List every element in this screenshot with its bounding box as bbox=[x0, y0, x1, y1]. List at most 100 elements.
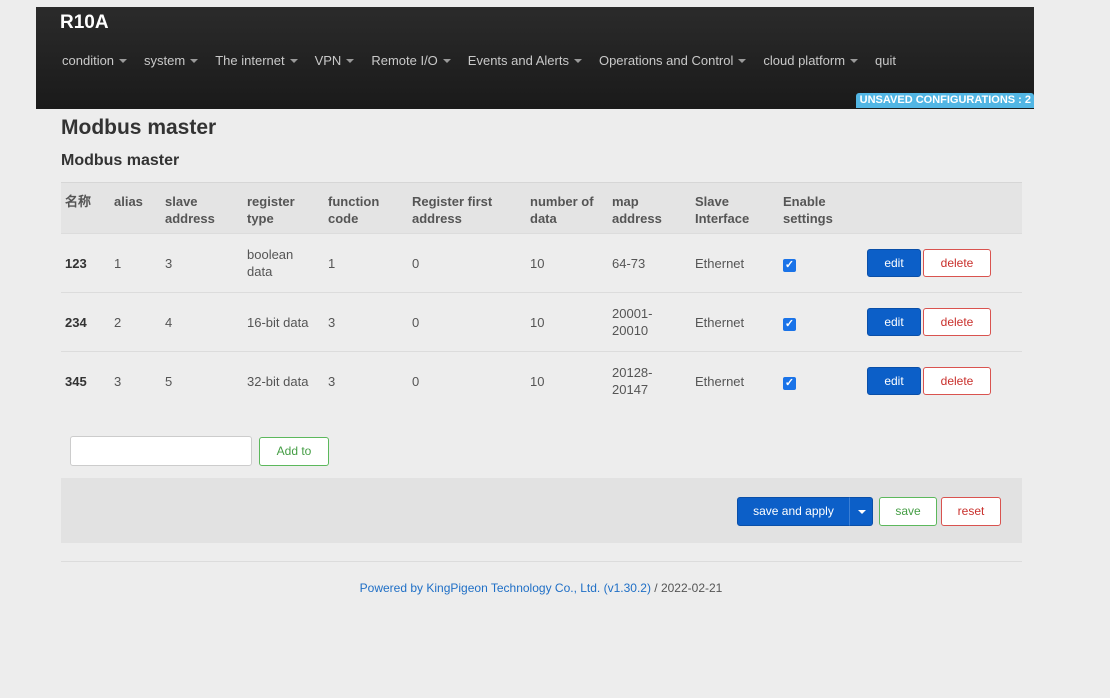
menu-system[interactable]: system bbox=[144, 53, 199, 68]
menu-remote-io[interactable]: Remote I/O bbox=[371, 53, 451, 68]
cell-map-address: 64-73 bbox=[612, 255, 646, 271]
edit-button[interactable]: edit bbox=[867, 308, 921, 336]
caret-down-icon bbox=[738, 58, 747, 63]
menu-events-alerts[interactable]: Events and Alerts bbox=[468, 53, 582, 68]
caret-down-icon bbox=[442, 58, 451, 63]
cell-number-of-data: 10 bbox=[530, 255, 545, 271]
footer-date: / 2022-02-21 bbox=[650, 581, 723, 595]
modbus-master-table: 名称 alias slave address register type fun… bbox=[61, 182, 1022, 411]
edit-button[interactable]: edit bbox=[867, 367, 921, 396]
cell-register-type: boolean data bbox=[247, 247, 294, 279]
cell-map-address: 20128-20147 bbox=[612, 365, 653, 398]
cell-actions: edit delete bbox=[863, 352, 1022, 411]
cell-actions: edit delete bbox=[863, 234, 1022, 293]
new-section-name-input[interactable] bbox=[70, 436, 252, 466]
cell-number-of-data: 10 bbox=[530, 373, 545, 389]
cell-function-code: 1 bbox=[328, 255, 336, 271]
header-alias: alias bbox=[114, 194, 143, 209]
menu-label: Remote I/O bbox=[371, 53, 438, 68]
cell-register-first-address: 0 bbox=[412, 373, 420, 389]
save-button[interactable]: save bbox=[879, 497, 937, 526]
main-menu: condition system The internet VPN Remote… bbox=[62, 53, 913, 68]
caret-down-icon bbox=[289, 58, 298, 63]
cell-slave-interface: Ethernet bbox=[695, 373, 745, 389]
header-enable-settings: Enable settings bbox=[783, 194, 833, 226]
add-row: Add to bbox=[70, 436, 329, 466]
delete-button[interactable]: delete bbox=[923, 249, 991, 277]
menu-label: Operations and Control bbox=[598, 53, 734, 68]
caret-down-icon bbox=[858, 510, 866, 514]
cell-register-first-address: 0 bbox=[412, 314, 420, 330]
caret-down-icon bbox=[119, 58, 128, 63]
enable-checkbox[interactable]: ✓ bbox=[783, 258, 796, 272]
cell-function-code: 3 bbox=[328, 314, 336, 330]
cell-slave-interface: Ethernet bbox=[695, 255, 745, 271]
edit-button[interactable]: edit bbox=[867, 249, 921, 277]
menu-quit[interactable]: quit bbox=[875, 53, 896, 68]
footer-divider bbox=[61, 561, 1022, 562]
add-button[interactable]: Add to bbox=[259, 436, 329, 466]
cell-slave-address: 4 bbox=[165, 314, 173, 330]
menu-label: condition bbox=[62, 53, 115, 68]
powered-by-link[interactable]: Powered by KingPigeon Technology Co., Lt… bbox=[360, 581, 651, 595]
menu-vpn[interactable]: VPN bbox=[315, 53, 355, 68]
cell-slave-address: 5 bbox=[165, 373, 173, 389]
cell-enable-settings: ✓ bbox=[779, 234, 863, 293]
section-title: Modbus master bbox=[61, 152, 180, 169]
cell-register-type: 32-bit data bbox=[247, 373, 309, 389]
menu-label: quit bbox=[875, 53, 897, 68]
table-header-row: 名称 alias slave address register type fun… bbox=[61, 182, 1022, 234]
cell-enable-settings: ✓ bbox=[779, 293, 863, 352]
caret-down-icon bbox=[190, 58, 199, 63]
cell-alias: 1 bbox=[114, 255, 122, 271]
cell-map-address: 20001-20010 bbox=[612, 306, 653, 338]
cell-register-first-address: 0 bbox=[412, 255, 420, 271]
menu-cloud-platform[interactable]: cloud platform bbox=[763, 53, 859, 68]
header-slave-address: slave address bbox=[165, 194, 215, 226]
header-slave-interface: Slave Interface bbox=[695, 194, 750, 226]
menu-label: The internet bbox=[215, 53, 285, 68]
header-number-of-data: number of data bbox=[530, 194, 594, 226]
menu-label: VPN bbox=[314, 53, 342, 68]
menu-condition[interactable]: condition bbox=[62, 53, 128, 68]
reset-button[interactable]: reset bbox=[941, 497, 1001, 526]
cell-name: 123 bbox=[65, 255, 87, 271]
cell-number-of-data: 10 bbox=[530, 314, 545, 330]
cell-name: 234 bbox=[65, 314, 87, 330]
cell-function-code: 3 bbox=[328, 373, 336, 389]
cell-actions: edit delete bbox=[863, 293, 1022, 352]
table-row: 123 1 3 boolean data 1 0 10 64-73 Ethern… bbox=[61, 233, 1022, 293]
top-navbar: R10A condition system The internet VPN R… bbox=[36, 7, 1034, 109]
caret-down-icon bbox=[573, 58, 582, 63]
save-and-apply-dropdown-toggle[interactable] bbox=[849, 497, 873, 526]
enable-checkbox[interactable]: ✓ bbox=[783, 376, 796, 390]
header-name: 名称 bbox=[65, 194, 92, 209]
cell-name: 345 bbox=[65, 373, 87, 389]
form-actions-bar: save and apply save reset bbox=[61, 478, 1022, 543]
header-map-address: map address bbox=[612, 194, 662, 226]
delete-button[interactable]: delete bbox=[923, 308, 991, 336]
delete-button[interactable]: delete bbox=[923, 367, 991, 396]
menu-label: Events and Alerts bbox=[467, 53, 569, 68]
caret-down-icon bbox=[850, 58, 859, 63]
menu-operations-control[interactable]: Operations and Control bbox=[598, 53, 747, 68]
menu-label: system bbox=[144, 53, 186, 68]
cell-alias: 3 bbox=[114, 373, 122, 389]
header-register-type: register type bbox=[247, 194, 295, 226]
enable-checkbox[interactable]: ✓ bbox=[783, 317, 796, 331]
table-row: 345 3 5 32-bit data 3 0 10 20128-20147 E… bbox=[61, 351, 1022, 411]
footer: Powered by KingPigeon Technology Co., Lt… bbox=[0, 581, 1082, 595]
cell-alias: 2 bbox=[114, 314, 122, 330]
modbus-master-table-container: 名称 alias slave address register type fun… bbox=[61, 182, 1022, 411]
save-and-apply-button[interactable]: save and apply bbox=[737, 497, 850, 526]
cell-register-type: 16-bit data bbox=[247, 314, 309, 330]
brand-logo-text[interactable]: R10A bbox=[60, 12, 109, 34]
cell-slave-interface: Ethernet bbox=[695, 314, 745, 330]
cell-slave-address: 3 bbox=[165, 255, 173, 271]
table-row: 234 2 4 16-bit data 3 0 10 20001-20010 E… bbox=[61, 292, 1022, 352]
unsaved-configurations-badge[interactable]: UNSAVED CONFIGURATIONS : 2 bbox=[855, 93, 1034, 108]
menu-the-internet[interactable]: The internet bbox=[215, 53, 298, 68]
menu-label: cloud platform bbox=[763, 53, 846, 68]
cell-enable-settings: ✓ bbox=[779, 352, 863, 411]
caret-down-icon bbox=[346, 58, 355, 63]
